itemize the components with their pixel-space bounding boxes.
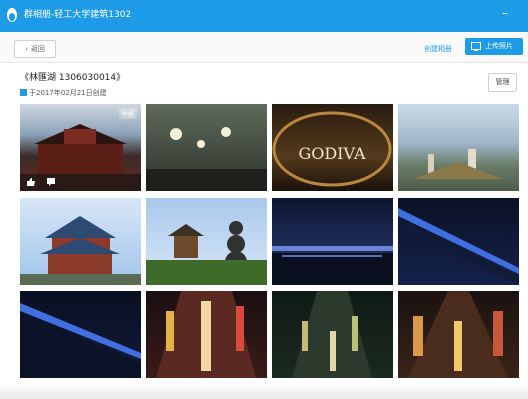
- photo-image: [146, 127, 267, 191]
- like-icon[interactable]: [26, 177, 36, 187]
- photo-thumbnail[interactable]: [398, 198, 519, 285]
- report-tag[interactable]: 举报: [118, 108, 137, 119]
- upload-label: 上传照片: [485, 42, 513, 50]
- photo-thumbnail[interactable]: [272, 291, 393, 378]
- photo-image: GODIVA: [272, 111, 392, 187]
- photo-image: [413, 149, 503, 179]
- photo-image: [408, 291, 508, 378]
- photo-image: [272, 246, 393, 285]
- album-title: 《林匯湖 1306030014》: [20, 73, 126, 83]
- photo-thumbnail[interactable]: 举报: [20, 104, 141, 191]
- photo-thumbnail[interactable]: [272, 198, 393, 285]
- upload-photo-button[interactable]: 上传照片: [465, 38, 523, 55]
- photo-image: [398, 208, 519, 285]
- photo-image: [20, 303, 141, 378]
- photo-thumbnail[interactable]: [20, 198, 141, 285]
- toolbar: ‹ 返回 创建相册: [0, 32, 528, 63]
- scroll-fade: [0, 383, 528, 399]
- photo-image: [20, 216, 141, 285]
- upload-icon: [471, 42, 481, 51]
- photo-image: [146, 221, 267, 285]
- minimize-button[interactable]: –: [498, 6, 512, 22]
- title-bar: 群相册-轻工大学建筑1302 –: [0, 0, 528, 32]
- back-button[interactable]: ‹ 返回: [14, 40, 56, 58]
- photo-thumbnail[interactable]: [398, 104, 519, 191]
- photo-thumbnail[interactable]: [398, 291, 519, 378]
- create-album-link[interactable]: 创建相册: [424, 44, 452, 54]
- photo-thumbnail[interactable]: GODIVA: [272, 104, 393, 191]
- photo-thumbnail[interactable]: [20, 291, 141, 378]
- photo-thumbnail[interactable]: [146, 198, 267, 285]
- photo-image: [156, 291, 256, 378]
- window-title: 群相册-轻工大学建筑1302: [24, 10, 132, 20]
- created-text: 于2017年02月21日创建: [29, 89, 107, 97]
- back-label: 返回: [30, 45, 45, 53]
- chevron-left-icon: ‹: [25, 45, 28, 53]
- photo-thumbnail[interactable]: [146, 104, 267, 191]
- photo-thumbnail[interactable]: [146, 291, 267, 378]
- photo-image: [292, 291, 372, 378]
- created-date: 于2017年02月21日创建: [20, 88, 107, 98]
- godiva-sign: GODIVA: [298, 144, 366, 163]
- calendar-icon: [20, 89, 27, 96]
- manage-button[interactable]: 管理: [488, 73, 517, 92]
- comment-icon[interactable]: [46, 177, 56, 187]
- qq-penguin-icon: [7, 8, 17, 22]
